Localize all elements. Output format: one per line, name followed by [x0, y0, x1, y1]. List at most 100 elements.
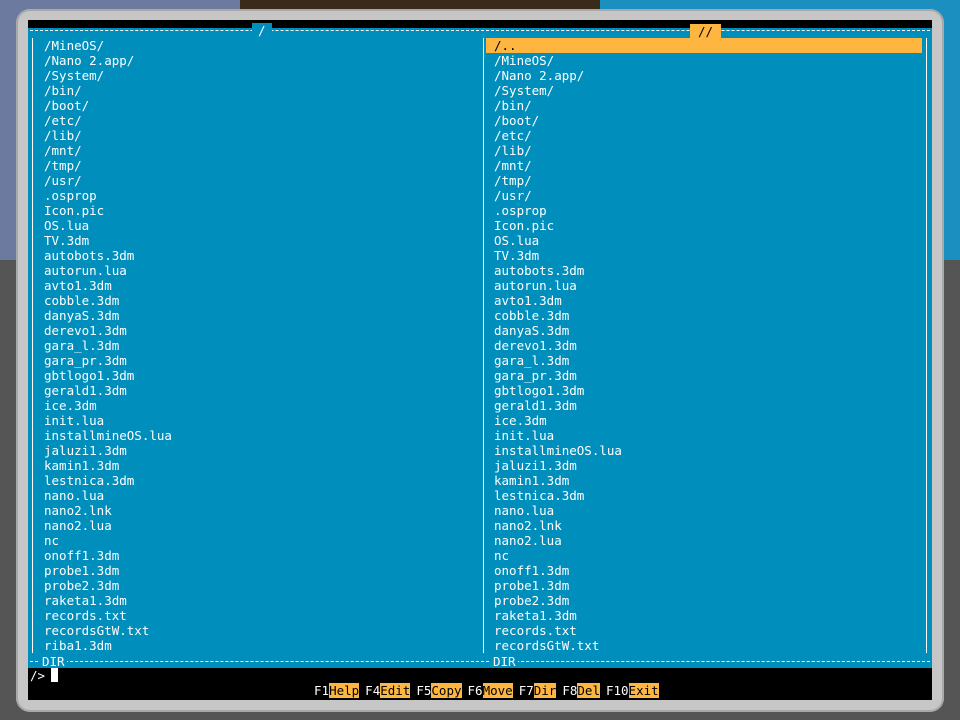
function-key-label: Exit	[628, 683, 659, 698]
file-list-item[interactable]: gara_pr.3dm	[486, 368, 922, 383]
file-list-item[interactable]: /etc/	[36, 113, 474, 128]
file-list-item[interactable]: lestnica.3dm	[486, 488, 922, 503]
file-list-item[interactable]: /usr/	[486, 188, 922, 203]
file-list-item[interactable]: avto1.3dm	[486, 293, 922, 308]
file-list-item[interactable]: TV.3dm	[486, 248, 922, 263]
file-list-item[interactable]: /tmp/	[36, 158, 474, 173]
file-list-item[interactable]: recordsGtW.txt	[36, 623, 474, 638]
file-list-item[interactable]: Icon.pic	[36, 203, 474, 218]
file-list-item[interactable]: onoff1.3dm	[486, 563, 922, 578]
file-list-item[interactable]: gbtlogo1.3dm	[36, 368, 474, 383]
file-list-item[interactable]: lestnica.3dm	[36, 473, 474, 488]
file-list-item[interactable]: nano.lua	[36, 488, 474, 503]
file-list-item[interactable]: raketa1.3dm	[486, 608, 922, 623]
file-list-item[interactable]: installmineOS.lua	[36, 428, 474, 443]
file-list-item[interactable]: gbtlogo1.3dm	[486, 383, 922, 398]
file-list-item[interactable]: raketa1.3dm	[36, 593, 474, 608]
file-list-item[interactable]: jaluzi1.3dm	[36, 443, 474, 458]
file-list-item[interactable]: gerald1.3dm	[36, 383, 474, 398]
file-list-item[interactable]: nano2.lnk	[486, 518, 922, 533]
function-key-copy[interactable]: F5Copy	[416, 683, 462, 698]
function-key-del[interactable]: F8Del	[562, 683, 600, 698]
file-list-item[interactable]: danyaS.3dm	[486, 323, 922, 338]
file-list-item[interactable]: installmineOS.lua	[486, 443, 922, 458]
file-list-item[interactable]: ice.3dm	[36, 398, 474, 413]
file-list-item[interactable]: nc	[36, 533, 474, 548]
file-list-item[interactable]: avto1.3dm	[36, 278, 474, 293]
file-list-item[interactable]: /Nano 2.app/	[486, 68, 922, 83]
file-list-item[interactable]: /boot/	[486, 113, 922, 128]
function-key-dir[interactable]: F7Dir	[519, 683, 557, 698]
file-list-item[interactable]: /..	[486, 38, 922, 53]
file-list-item[interactable]: OS.lua	[36, 218, 474, 233]
file-list-item[interactable]: autobots.3dm	[36, 248, 474, 263]
file-list-item[interactable]: /MineOS/	[36, 38, 474, 53]
file-list-item[interactable]: ice.3dm	[486, 413, 922, 428]
command-line[interactable]: />	[30, 668, 59, 683]
function-key-number: F1	[314, 683, 330, 698]
file-list-item[interactable]: .osprop	[486, 203, 922, 218]
file-list-item[interactable]: kamin1.3dm	[486, 473, 922, 488]
file-list-item[interactable]: onoff1.3dm	[36, 548, 474, 563]
file-list-item[interactable]: /tmp/	[486, 173, 922, 188]
file-list-item[interactable]: autorun.lua	[36, 263, 474, 278]
file-list-item[interactable]: cobble.3dm	[36, 293, 474, 308]
function-key-help[interactable]: F1Help	[314, 683, 360, 698]
file-list-item[interactable]: cobble.3dm	[486, 308, 922, 323]
file-list-item[interactable]: nano2.lnk	[36, 503, 474, 518]
bottom-border	[30, 661, 930, 663]
function-key-edit[interactable]: F4Edit	[365, 683, 411, 698]
file-list-item[interactable]: recordsGtW.txt	[486, 638, 922, 653]
file-list-item[interactable]: records.txt	[36, 608, 474, 623]
file-list-item[interactable]: gara_pr.3dm	[36, 353, 474, 368]
file-list-item[interactable]: /System/	[486, 83, 922, 98]
file-list-item[interactable]: /lib/	[486, 143, 922, 158]
file-list-item[interactable]: autobots.3dm	[486, 263, 922, 278]
file-list-item[interactable]: Icon.pic	[486, 218, 922, 233]
file-list-item[interactable]: .osprop	[36, 188, 474, 203]
file-list-item[interactable]: init.lua	[486, 428, 922, 443]
file-list-item[interactable]: probe2.3dm	[36, 578, 474, 593]
top-border	[30, 30, 930, 32]
function-key-move[interactable]: F6Move	[468, 683, 513, 698]
function-key-number: F8	[562, 683, 578, 698]
file-list-item[interactable]: gara_l.3dm	[486, 353, 922, 368]
file-list-item[interactable]: riba1.3dm	[36, 638, 474, 653]
file-list-item[interactable]: probe1.3dm	[36, 563, 474, 578]
file-list-item[interactable]: nc	[486, 548, 922, 563]
file-list-item[interactable]: nano.lua	[486, 503, 922, 518]
file-list-item[interactable]: /boot/	[36, 98, 474, 113]
file-list-item[interactable]: nano2.lua	[36, 518, 474, 533]
file-list-item[interactable]: danyaS.3dm	[36, 308, 474, 323]
file-list-item[interactable]: gara_l.3dm	[36, 338, 474, 353]
function-key-exit[interactable]: F10Exit	[606, 683, 659, 698]
file-list-item[interactable]: /Nano 2.app/	[36, 53, 474, 68]
file-list-item[interactable]: /System/	[36, 68, 474, 83]
text-cursor	[51, 668, 59, 682]
function-key-label: Copy	[431, 683, 462, 698]
file-list-item[interactable]: OS.lua	[486, 233, 922, 248]
file-list-item[interactable]: /lib/	[36, 128, 474, 143]
file-list-item[interactable]: init.lua	[36, 413, 474, 428]
file-list-item[interactable]: jaluzi1.3dm	[486, 458, 922, 473]
file-list-item[interactable]: probe2.3dm	[486, 593, 922, 608]
function-key-label: Move	[482, 683, 513, 698]
file-list-item[interactable]: TV.3dm	[36, 233, 474, 248]
file-list-item[interactable]: derevo1.3dm	[486, 338, 922, 353]
file-list-item[interactable]: /bin/	[486, 98, 922, 113]
file-list-item[interactable]: nano2.lua	[486, 533, 922, 548]
function-key-bar: F1Help F4Edit F5Copy F6Move F7Dir F8Del F10Exi…	[308, 683, 659, 698]
file-list-item[interactable]: kamin1.3dm	[36, 458, 474, 473]
file-list-item[interactable]: /etc/	[486, 128, 922, 143]
file-list-item[interactable]: /mnt/	[36, 143, 474, 158]
function-key-number: F6	[467, 683, 483, 698]
file-list-item[interactable]: /MineOS/	[486, 53, 922, 68]
file-list-item[interactable]: /bin/	[36, 83, 474, 98]
file-list-item[interactable]: /mnt/	[486, 158, 922, 173]
file-list-item[interactable]: gerald1.3dm	[486, 398, 922, 413]
file-list-item[interactable]: derevo1.3dm	[36, 323, 474, 338]
file-list-item[interactable]: probe1.3dm	[486, 578, 922, 593]
file-list-item[interactable]: records.txt	[486, 623, 922, 638]
file-list-item[interactable]: autorun.lua	[486, 278, 922, 293]
file-list-item[interactable]: /usr/	[36, 173, 474, 188]
